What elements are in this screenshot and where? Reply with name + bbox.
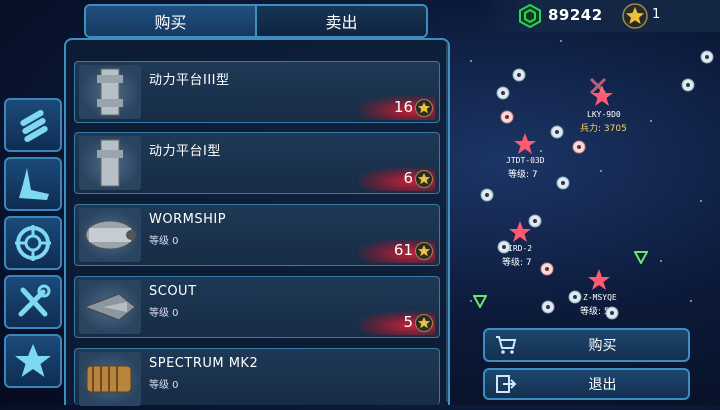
star-price-icon xyxy=(415,170,433,188)
exit-button-label: 退出 xyxy=(588,377,617,393)
buy-button[interactable]: 购买 xyxy=(483,328,690,362)
tools-icon xyxy=(18,284,51,317)
tab-sell[interactable]: 卖出 xyxy=(255,6,426,36)
star-currency-icon xyxy=(622,3,648,29)
item-level: 等级 0 xyxy=(149,380,179,391)
map-node-icon[interactable] xyxy=(528,214,542,228)
item-price: 61 xyxy=(393,241,413,259)
shop-item[interactable]: WORMSHIP 等级 0 61 xyxy=(74,204,440,266)
item-level: 等级 0 xyxy=(149,308,179,319)
item-name: SPECTRUM MK2 xyxy=(149,356,259,371)
item-name: WORMSHIP xyxy=(149,212,227,227)
cart-icon xyxy=(496,336,517,354)
tab-bar: 购买 卖出 xyxy=(84,4,428,38)
category-missiles-button[interactable] xyxy=(4,98,62,152)
map-node-icon[interactable] xyxy=(700,50,714,64)
shop-item[interactable]: SCOUT 等级 0 5 xyxy=(74,276,440,338)
currency-value: 89242 xyxy=(548,6,603,24)
category-wing-button[interactable] xyxy=(4,157,62,211)
map-node-icon[interactable] xyxy=(512,68,526,82)
scout-ship-icon xyxy=(83,293,136,321)
wing-icon xyxy=(19,168,49,200)
item-name: SCOUT xyxy=(149,284,197,299)
star-icon xyxy=(15,344,51,377)
wormship-icon xyxy=(85,220,136,250)
shop-item[interactable]: SPECTRUM MK2 等级 0 xyxy=(74,348,440,406)
map-marker-label: LKY-9D0 xyxy=(587,110,621,119)
category-tools-button[interactable] xyxy=(4,275,62,329)
map-node-icon[interactable] xyxy=(681,78,695,92)
item-thumbnail xyxy=(79,280,141,334)
enemy-star-marker[interactable] xyxy=(513,132,537,156)
map-marker-sub: 等级: 7 xyxy=(508,170,538,180)
map-marker-sub: 等级: 7 xyxy=(502,258,532,268)
platform-module-icon xyxy=(97,68,123,116)
item-name: 动力平台I型 xyxy=(149,144,221,159)
item-level: 等级 0 xyxy=(149,236,179,247)
shop-item[interactable]: 动力平台III型 16 xyxy=(74,61,440,123)
category-special-button[interactable] xyxy=(4,334,62,388)
enemy-star-marker[interactable] xyxy=(587,268,611,292)
map-node-icon[interactable] xyxy=(605,306,619,320)
tab-buy[interactable]: 购买 xyxy=(86,6,255,36)
star-price-icon xyxy=(415,314,433,332)
map-marker-label: IRD-2 xyxy=(508,244,533,253)
crossed-swords-icon xyxy=(589,77,607,95)
spectrum-ship-icon xyxy=(86,365,132,393)
exit-icon xyxy=(496,375,517,393)
item-thumbnail xyxy=(79,208,141,262)
item-price: 16 xyxy=(393,98,413,116)
map-node-icon[interactable] xyxy=(556,176,570,190)
scrollbar[interactable] xyxy=(446,44,449,402)
crosshair-icon xyxy=(15,225,51,261)
platform-module-icon xyxy=(97,139,123,187)
star-price-icon xyxy=(415,242,433,260)
map-node-icon[interactable] xyxy=(540,262,554,276)
item-thumbnail xyxy=(79,65,141,119)
map-node-icon[interactable] xyxy=(497,240,511,254)
missiles-icon xyxy=(20,110,48,142)
credit-icon xyxy=(519,4,541,28)
item-thumbnail xyxy=(79,352,141,406)
map-node-icon[interactable] xyxy=(568,290,582,304)
map-node-icon[interactable] xyxy=(550,125,564,139)
star-price-icon xyxy=(415,99,433,117)
exit-button[interactable]: 退出 xyxy=(483,368,690,400)
item-thumbnail xyxy=(79,136,141,190)
green-node-icon[interactable] xyxy=(634,250,648,264)
item-name: 动力平台III型 xyxy=(149,73,230,88)
buy-button-label: 购买 xyxy=(588,338,617,354)
map-node-icon[interactable] xyxy=(541,300,555,314)
star-count: 1 xyxy=(652,7,661,22)
green-node-icon[interactable] xyxy=(473,294,487,308)
map-node-icon[interactable] xyxy=(480,188,494,202)
map-marker-label: JTDT-03D xyxy=(506,156,545,165)
shop-item[interactable]: 动力平台I型 6 xyxy=(74,132,440,194)
category-weapons-button[interactable] xyxy=(4,216,62,270)
map-marker-power: 兵力: 3705 xyxy=(580,124,627,134)
item-price: 6 xyxy=(403,169,413,187)
map-node-icon[interactable] xyxy=(496,86,510,100)
map-marker-label: Z-MSYQE xyxy=(583,293,617,302)
map-node-icon[interactable] xyxy=(572,140,586,154)
map-node-icon[interactable] xyxy=(500,110,514,124)
item-price: 5 xyxy=(403,313,413,331)
